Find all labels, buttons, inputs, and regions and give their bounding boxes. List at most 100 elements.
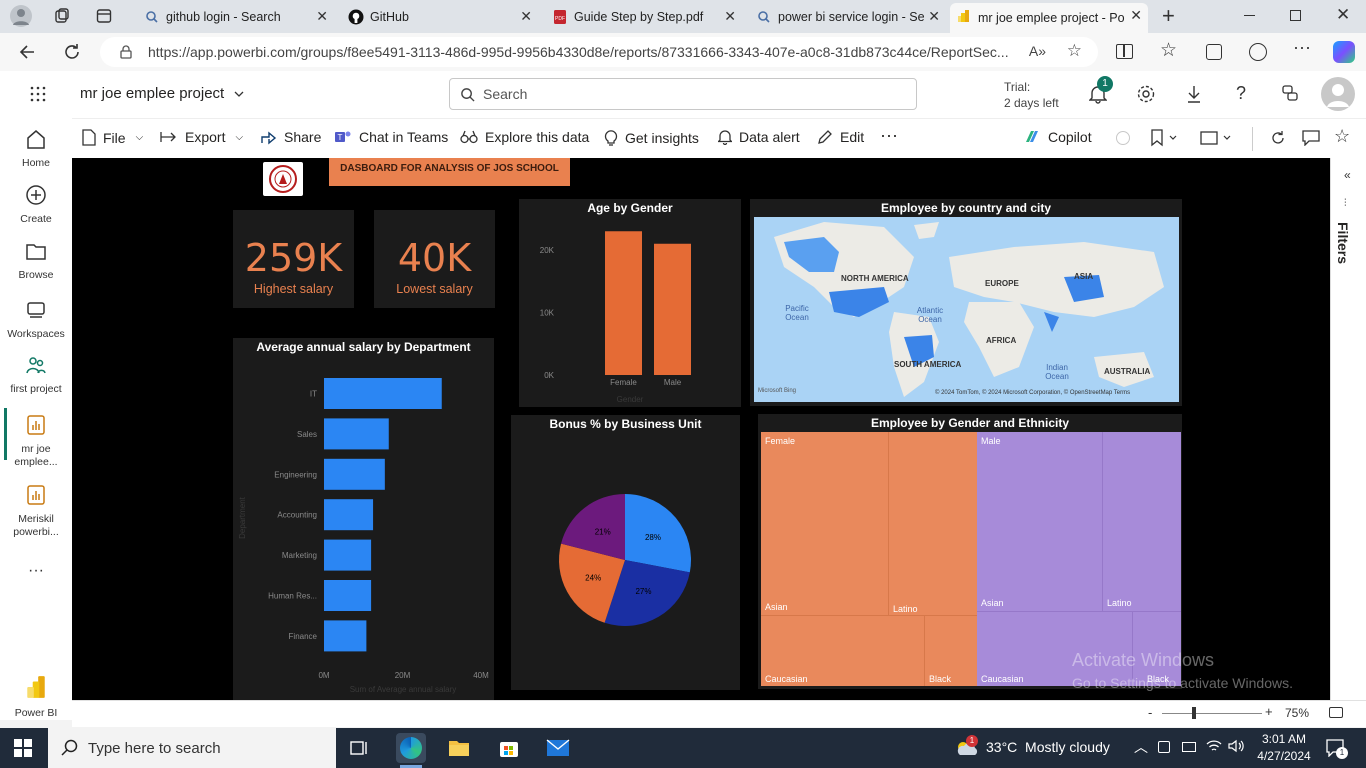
treemap-female-asian[interactable] — [761, 432, 889, 616]
avg-salary-by-department-chart[interactable]: Average annual salary by Department IT Sa… — [233, 338, 494, 700]
meet-now-icon[interactable] — [1158, 741, 1170, 753]
clock[interactable]: 3:01 AM 4/27/2024 — [1254, 731, 1314, 765]
favorite-icon[interactable]: ☆ — [1334, 126, 1350, 147]
restore-icon[interactable] — [1290, 10, 1301, 21]
bonus-by-business-unit-chart[interactable]: Bonus % by Business Unit 28% 27% 24% 21% — [511, 415, 740, 690]
tab-mr-joe-project[interactable]: mr joe emplee project - Po ✕ — [950, 3, 1148, 33]
edit-button[interactable]: Edit — [817, 129, 864, 145]
nav-home[interactable]: Home — [0, 128, 72, 169]
filters-pane[interactable]: « ⫶ Filters — [1330, 158, 1366, 700]
taskbar-search-box[interactable]: Type here to search — [48, 728, 336, 768]
windows-start-icon[interactable] — [14, 739, 32, 762]
tab-close-icon[interactable]: ✕ — [724, 8, 736, 25]
nav-more[interactable]: ··· — [0, 562, 72, 580]
battery-icon[interactable] — [1182, 742, 1196, 752]
notifications-bell-icon[interactable]: 1 — [1088, 76, 1113, 109]
nav-powerbi-brand[interactable]: Power BI — [0, 674, 72, 719]
workspace-title[interactable]: mr joe emplee project — [80, 85, 244, 102]
nav-browse[interactable]: Browse — [0, 240, 72, 281]
treemap-male-latino[interactable] — [1103, 432, 1181, 612]
nav-first-project[interactable]: first project — [0, 354, 72, 395]
treemap-male[interactable]: Male Asian Latino Caucasian Black — [977, 432, 1181, 686]
task-view-icon[interactable] — [350, 739, 370, 762]
explore-data-button[interactable]: Explore this data — [460, 129, 589, 145]
store-icon[interactable] — [498, 737, 520, 764]
nav-create[interactable]: Create — [0, 184, 72, 225]
collections-icon[interactable] — [54, 8, 70, 29]
highest-salary-card[interactable]: 259K Highest salary — [233, 210, 354, 308]
filters-label[interactable]: Filters — [1335, 222, 1351, 264]
tab-close-icon[interactable]: ✕ — [928, 8, 940, 25]
download-icon[interactable] — [1186, 84, 1202, 109]
zoom-slider-track[interactable] — [1162, 713, 1262, 714]
tab-close-icon[interactable]: ✕ — [520, 8, 532, 25]
minimize-icon[interactable] — [1244, 15, 1255, 16]
search-box[interactable]: Search — [449, 78, 917, 110]
app-launcher-icon[interactable] — [30, 86, 46, 107]
tab-actions-icon[interactable] — [96, 8, 112, 29]
bookmark-icon[interactable] — [1150, 129, 1178, 152]
refresh-visuals-icon[interactable] — [1270, 130, 1286, 151]
tab-close-icon[interactable]: ✕ — [1130, 7, 1142, 24]
tab-github-login-search[interactable]: github login - Search ✕ — [138, 4, 334, 30]
file-explorer-icon[interactable] — [448, 738, 470, 763]
tab-powerbi-login-search[interactable]: power bi service login - Se ✕ — [750, 4, 946, 30]
read-aloud-icon[interactable]: A» — [1029, 43, 1046, 59]
mail-icon[interactable] — [546, 738, 570, 763]
edge-taskbar-icon[interactable] — [396, 733, 426, 763]
tab-guide-pdf[interactable]: PDF Guide Step by Step.pdf ✕ — [546, 4, 742, 30]
tab-github[interactable]: GitHub ✕ — [342, 4, 538, 30]
account-avatar[interactable] — [1321, 77, 1355, 111]
map-credit[interactable]: © 2024 TomTom, © 2024 Microsoft Corporat… — [935, 390, 1130, 396]
age-by-gender-chart[interactable]: Age by Gender 20K 10K 0K Female Male Gender — [519, 199, 741, 407]
treemap-female-latino[interactable] — [889, 432, 977, 616]
new-tab-button[interactable]: + — [1162, 3, 1175, 29]
copilot-browser-icon[interactable] — [1333, 41, 1355, 63]
feedback-icon[interactable] — [1281, 84, 1299, 107]
zoom-in-button[interactable]: + — [1265, 704, 1273, 719]
collapse-chevron-icon[interactable]: « — [1344, 168, 1351, 182]
fit-to-page-icon[interactable] — [1329, 707, 1343, 718]
share-button[interactable]: Share — [260, 129, 321, 145]
nav-workspaces[interactable]: Workspaces — [0, 299, 72, 340]
chat-in-teams-button[interactable]: T Chat in Teams — [334, 129, 448, 145]
file-menu-button[interactable]: File ⌵ — [82, 129, 143, 146]
url-field[interactable]: https://app.powerbi.com/groups/f8ee5491-… — [100, 37, 1098, 67]
treemap-female[interactable]: Female Asian Latino Caucasian Black — [761, 432, 977, 686]
favorites-icon[interactable]: ☆ — [1160, 39, 1177, 62]
zoom-slider-thumb[interactable] — [1192, 707, 1196, 719]
help-icon[interactable]: ? — [1236, 83, 1246, 104]
settings-gear-icon[interactable] — [1136, 84, 1156, 109]
export-menu-button[interactable]: Export ⌵ — [160, 129, 243, 145]
wifi-icon[interactable] — [1206, 739, 1222, 758]
reset-icon[interactable] — [1116, 131, 1130, 145]
comments-icon[interactable] — [1302, 130, 1320, 151]
collections-icon[interactable] — [1206, 44, 1222, 60]
split-screen-icon[interactable] — [1116, 44, 1133, 59]
get-insights-button[interactable]: Get insights — [604, 129, 699, 146]
employee-map-visual[interactable]: Employee by country and city NORTH AMERI… — [750, 199, 1182, 406]
close-window-icon[interactable]: ✕ — [1336, 5, 1350, 25]
data-alert-button[interactable]: Data alert — [718, 129, 800, 145]
map-area[interactable]: NORTH AMERICA EUROPE ASIA AFRICA SOUTH A… — [754, 217, 1179, 402]
show-hidden-icons[interactable]: ︿ — [1134, 737, 1148, 757]
weather-text[interactable]: 33°C Mostly cloudy — [986, 739, 1110, 755]
treemap-male-asian[interactable] — [977, 432, 1103, 612]
copilot-button[interactable]: Copilot — [1023, 129, 1092, 145]
browser-essentials-icon[interactable] — [1249, 43, 1267, 61]
back-icon[interactable] — [18, 42, 38, 67]
more-options-button[interactable]: ··· — [880, 125, 898, 146]
weather-icon[interactable]: 1 — [954, 735, 980, 762]
favorite-star-icon[interactable]: ☆ — [1067, 41, 1082, 61]
nav-mr-joe-report[interactable]: mr joe emplee... — [0, 414, 72, 469]
gender-ethnicity-treemap[interactable]: Employee by Gender and Ethnicity Female … — [758, 414, 1182, 689]
settings-more-icon[interactable]: ··· — [1293, 37, 1311, 58]
zoom-out-button[interactable]: - — [1148, 705, 1152, 720]
refresh-icon[interactable] — [62, 42, 82, 67]
profile-icon[interactable] — [10, 5, 32, 27]
tab-close-icon[interactable]: ✕ — [316, 8, 328, 25]
nav-meriskil-report[interactable]: Meriskil powerbi... — [0, 484, 72, 539]
view-icon[interactable] — [1200, 129, 1232, 152]
lowest-salary-card[interactable]: 40K Lowest salary — [374, 210, 495, 308]
volume-icon[interactable] — [1228, 739, 1244, 758]
